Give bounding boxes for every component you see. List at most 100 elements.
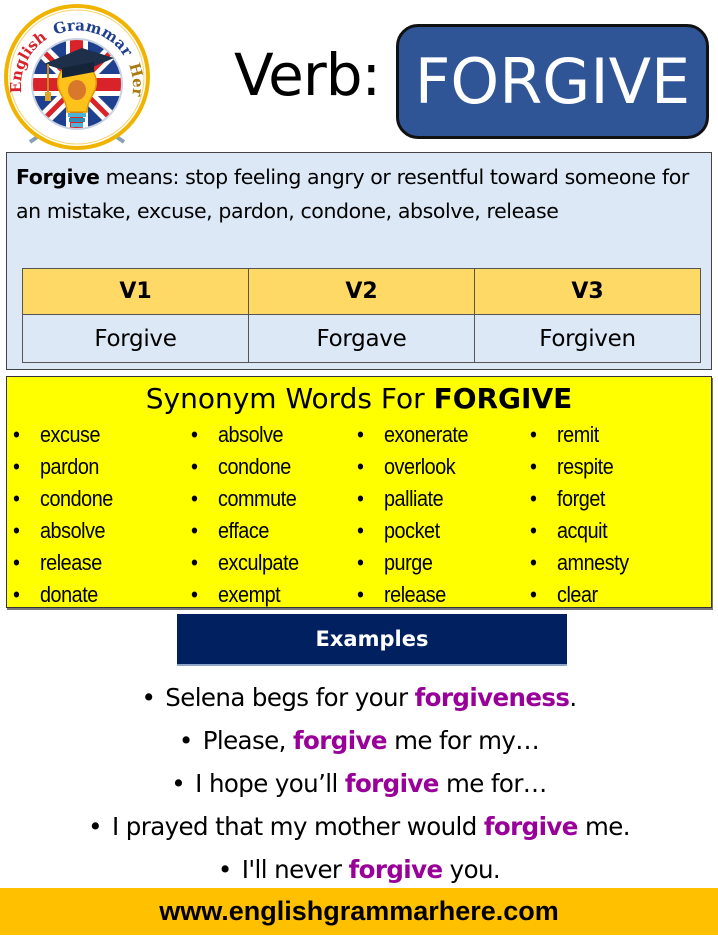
bullet-icon: • [13,486,20,511]
synonym-item: • donate [13,579,113,611]
synonym-word: clear [557,582,598,607]
example-text-after: . [569,683,577,712]
example-highlight: forgive [483,812,579,841]
verb-title-box: FORGIVE [396,24,709,139]
synonym-word: donate [40,582,98,607]
bullet-icon: • [530,486,537,511]
synonym-item: • exempt [191,579,299,611]
synonym-item: • forget [530,483,629,515]
synonym-word: absolve [40,518,106,543]
example-sentence: • Please, forgive me for my… [0,719,718,762]
definition-text: Forgive means: stop feeling angry or res… [16,161,696,228]
english-grammar-here-logo-icon[interactable]: English Grammar Here .Com [2,2,152,152]
synonyms-title-prefix: Synonym Words For [145,382,434,415]
header-v2: V2 [248,268,475,315]
synonym-item: • clear [530,579,629,611]
header-v3: V3 [474,268,701,315]
definition-term: Forgive [16,165,100,189]
example-text-after: you. [442,855,501,884]
header-v1: V1 [22,268,249,315]
synonym-item: • efface [191,515,299,547]
verb-title-word: FORGIVE [414,45,691,118]
verb-label: Verb: [234,41,381,109]
bullet-icon: • [191,550,198,575]
synonym-word: absolve [218,422,284,447]
bullet-icon: • [191,518,198,543]
example-sentence: • Selena begs for your forgiveness. [0,676,718,719]
examples-list: • Selena begs for your forgiveness. • Pleas… [0,676,718,891]
synonyms-panel: Synonym Words For FORGIVE • excuse • pardon… [6,376,712,608]
example-sentence: • I hope you’ll forgive me for… [0,762,718,805]
bullet-icon: • [357,582,364,607]
synonym-item: • palliate [357,483,468,515]
synonym-word: commute [218,486,297,511]
synonym-word: release [40,550,102,575]
synonym-item: • condone [191,451,299,483]
example-highlight: forgive [344,769,440,798]
bullet-icon: • [357,486,364,511]
examples-heading-banner: Examples [177,614,567,666]
synonym-item: • absolve [191,419,299,451]
synonym-word: release [384,582,446,607]
bullet-icon: • [357,422,364,447]
verb-forms-row: Forgive Forgave Forgiven [22,314,701,363]
bullet-icon: • [530,422,537,447]
synonym-item: • condone [13,483,113,515]
footer-band: www.englishgrammarhere.com [0,888,718,935]
synonym-word: remit [557,422,599,447]
synonym-item: • absolve [13,515,113,547]
bullet-icon: • [88,812,102,841]
example-sentence: • I prayed that my mother would forgive m… [0,805,718,848]
synonyms-column-3: • exonerate • overlook • palliate • pocket • purg… [357,419,480,611]
bullet-icon: • [141,683,156,712]
bullet-icon: • [13,582,20,607]
bullet-icon: • [191,486,198,511]
bullet-icon: • [191,582,198,607]
synonym-word: overlook [384,454,456,479]
example-text-before: I prayed that my mother would [111,812,484,841]
examples-heading: Examples [315,627,429,651]
definition-body: means: stop feeling angry or resentful t… [16,165,689,223]
bullet-icon: • [171,769,186,798]
example-text-after: me. [577,812,631,841]
logo-text-com: .Com [2,2,10,6]
synonym-word: forget [557,486,605,511]
synonym-item: • exculpate [191,547,299,579]
synonym-item: • exonerate [357,419,468,451]
bullet-icon: • [13,550,20,575]
example-text-before: I hope you’ll [195,769,345,798]
synonyms-column-1: • excuse • pardon • condone • absolve • release • d… [13,419,124,611]
synonym-word: exonerate [384,422,469,447]
definition-panel: Forgive means: stop feeling angry or res… [6,152,712,370]
bullet-icon: • [13,422,20,447]
bullet-icon: • [530,582,537,607]
synonym-word: acquit [557,518,608,543]
example-text-before: Please, [202,726,293,755]
example-highlight: forgiveness [414,683,570,712]
example-text-after: me for… [438,769,547,798]
footer-url-link[interactable]: www.englishgrammarhere.com [159,896,559,927]
bullet-icon: • [191,454,198,479]
synonym-item: • excuse [13,419,113,451]
synonym-item: • release [357,579,468,611]
synonym-item: • commute [191,483,299,515]
example-text-before: Selena begs for your [165,683,415,712]
bullet-icon: • [530,454,537,479]
synonym-item: • respite [530,451,629,483]
synonym-word: condone [218,454,291,479]
cell-v3: Forgiven [474,314,701,363]
example-text-after: me for my… [386,726,540,755]
synonym-item: • remit [530,419,629,451]
synonym-word: palliate [384,486,444,511]
bullet-icon: • [530,518,537,543]
synonym-item: • amnesty [530,547,629,579]
synonym-word: condone [40,486,113,511]
bullet-icon: • [357,518,364,543]
synonym-word: exculpate [218,550,299,575]
bullet-icon: • [530,550,537,575]
bullet-icon: • [191,422,198,447]
bullet-icon: • [357,454,364,479]
synonym-item: • pardon [13,451,113,483]
bullet-icon: • [357,550,364,575]
synonyms-title-word: FORGIVE [433,382,573,415]
